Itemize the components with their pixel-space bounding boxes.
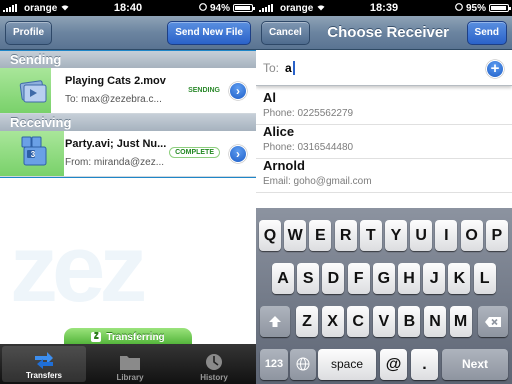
numbers-key[interactable]: 123 (260, 349, 288, 380)
backspace-key[interactable] (478, 306, 508, 337)
contact-name: Arnold (263, 158, 305, 173)
key-u[interactable]: U (410, 220, 433, 251)
sending-recipient: To: max@zezebra.c... (65, 94, 162, 105)
battery-icon (489, 4, 511, 12)
choose-receiver-screen: orange 18:39 95% Cancel Choose Receiver … (256, 0, 512, 384)
received-count: 3 (30, 150, 36, 159)
chevron-right-icon[interactable]: › (229, 145, 247, 163)
dot-key[interactable]: . (411, 349, 438, 380)
zezebra-logo-icon: Z (91, 332, 102, 342)
key-w[interactable]: W (284, 220, 307, 251)
key-s[interactable]: S (297, 263, 320, 294)
key-b[interactable]: B (398, 306, 421, 337)
sending-status-badge: SENDING (188, 87, 220, 94)
tab-label-transfers: Transfers (25, 371, 63, 380)
key-l[interactable]: L (473, 263, 496, 294)
key-v[interactable]: V (372, 306, 395, 337)
contact-detail: Phone: 0316544480 (263, 142, 354, 153)
key-z[interactable]: Z (296, 306, 318, 337)
key-p[interactable]: P (485, 220, 508, 251)
globe-key[interactable] (290, 349, 316, 380)
page-title: Choose Receiver (327, 24, 450, 41)
key-r[interactable]: R (334, 220, 357, 251)
battery-icon (233, 4, 255, 12)
key-k[interactable]: K (448, 263, 471, 294)
status-bar: orange 18:40 94% (0, 0, 256, 16)
folder-icon (120, 356, 140, 370)
key-x[interactable]: X (321, 306, 344, 337)
clock-icon (206, 354, 222, 370)
add-contact-icon[interactable]: + (486, 60, 504, 78)
transfers-icon (35, 352, 53, 369)
key-j[interactable]: J (423, 263, 446, 294)
transfers-screen: orange 18:40 94% Profile Send New File S… (0, 0, 256, 384)
contact-row[interactable]: Alice Phone: 0316544480 (256, 121, 512, 159)
section-header-receiving: Receiving (0, 114, 256, 131)
key-h[interactable]: H (398, 263, 420, 294)
key-g[interactable]: G (372, 263, 395, 294)
to-label: To: (263, 60, 280, 75)
zezebra-watermark: zez (10, 215, 147, 322)
battery-level (491, 6, 507, 10)
contact-name: Al (263, 90, 276, 105)
contact-row[interactable]: Al Phone: 0225562279 (256, 87, 512, 125)
background-logo: zez (0, 178, 256, 344)
send-button[interactable]: Send (466, 20, 507, 45)
key-a[interactable]: A (272, 263, 294, 294)
sending-file-title: Playing Cats 2.mov (65, 75, 166, 87)
backspace-icon (485, 317, 501, 327)
receiving-status-badge: COMPLETE (169, 147, 220, 158)
nav-bar: Cancel Choose Receiver Send (256, 16, 512, 50)
key-e[interactable]: E (309, 220, 332, 251)
key-n[interactable]: N (424, 306, 446, 337)
profile-button[interactable]: Profile (5, 20, 53, 45)
transferring-label: Transferring (106, 331, 165, 343)
nav-bar: Profile Send New File (0, 16, 256, 50)
shift-icon (269, 316, 281, 327)
text-cursor (292, 60, 295, 75)
next-key[interactable]: Next (442, 349, 508, 380)
key-f[interactable]: F (347, 263, 370, 294)
to-field[interactable]: To: a + (256, 50, 512, 86)
battery-level (235, 6, 251, 10)
cancel-button[interactable]: Cancel (261, 20, 310, 45)
key-o[interactable]: O (460, 220, 483, 251)
tab-bar: Transfers Library History (0, 344, 256, 384)
receiving-file-title: Party.avi; Just Nu... (65, 138, 167, 150)
key-t[interactable]: T (359, 220, 382, 251)
at-key[interactable]: @ (380, 349, 407, 380)
contact-name: Alice (263, 124, 295, 139)
contact-detail: Phone: 0225562279 (263, 108, 354, 119)
status-time: 18:39 (369, 2, 399, 14)
tab-label-history: History (200, 373, 228, 382)
receiving-sender: From: miranda@zez... (65, 157, 165, 168)
transfer-row-receiving[interactable]: 3 Party.avi; Just Nu... From: miranda@ze… (0, 131, 256, 177)
key-i[interactable]: I (435, 220, 458, 251)
transfer-row-sending[interactable]: Playing Cats 2.mov To: max@zezebra.c... … (0, 68, 256, 114)
key-c[interactable]: C (347, 306, 370, 337)
contact-row[interactable]: Arnold Email: goho@gmail.com (256, 155, 512, 193)
send-new-file-button[interactable]: Send New File (167, 20, 251, 45)
tab-label-library: Library (116, 373, 144, 382)
tab-history[interactable]: History (172, 344, 256, 384)
chevron-right-icon[interactable]: › (229, 82, 247, 100)
shift-key[interactable] (260, 306, 290, 337)
key-m[interactable]: M (449, 306, 472, 337)
globe-icon (296, 357, 310, 371)
on-screen-keyboard: 123 space @ . Next QWERTYUIOP ASDFGHJKL ZX… (256, 208, 512, 384)
to-input-value[interactable]: a (285, 61, 292, 75)
contact-detail: Email: goho@gmail.com (263, 176, 372, 187)
tab-library[interactable]: Library (88, 344, 172, 384)
status-bar: orange 18:39 95% (256, 0, 512, 16)
movie-file-icon (18, 78, 48, 104)
key-q[interactable]: Q (259, 220, 281, 251)
section-header-sending: Sending (0, 51, 256, 68)
space-key[interactable]: space (318, 349, 376, 380)
key-d[interactable]: D (322, 263, 345, 294)
status-time: 18:40 (113, 2, 143, 14)
tab-transfers[interactable]: Transfers (2, 346, 86, 382)
key-y[interactable]: Y (385, 220, 407, 251)
